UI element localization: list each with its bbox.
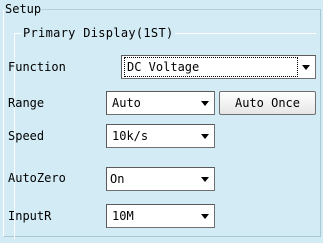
function-value: DC Voltage <box>127 60 200 74</box>
speed-label: Speed <box>8 129 45 143</box>
chevron-down-icon <box>201 101 209 106</box>
inputr-label: InputR <box>8 209 52 223</box>
inputr-select[interactable]: 10M <box>106 204 215 228</box>
inputr-value: 10M <box>112 209 134 223</box>
speed-select[interactable]: 10k/s <box>106 124 215 148</box>
chevron-down-icon <box>302 65 310 70</box>
range-value: Auto <box>112 96 141 110</box>
chevron-down-icon <box>201 214 209 219</box>
setup-legend: Setup <box>4 2 43 16</box>
chevron-down-icon <box>201 177 209 182</box>
range-label: Range <box>8 96 45 110</box>
autozero-select[interactable]: On <box>106 167 215 191</box>
function-label: Function <box>8 60 66 74</box>
range-select[interactable]: Auto <box>106 91 215 115</box>
chevron-down-icon <box>201 134 209 139</box>
auto-once-button[interactable]: Auto Once <box>219 91 316 115</box>
autozero-label: AutoZero <box>8 171 66 185</box>
speed-value: 10k/s <box>112 129 149 143</box>
autozero-value: On <box>110 172 125 186</box>
primary-display-legend: Primary Display(1ST) <box>22 26 175 40</box>
function-select[interactable]: DC Voltage <box>121 55 316 79</box>
